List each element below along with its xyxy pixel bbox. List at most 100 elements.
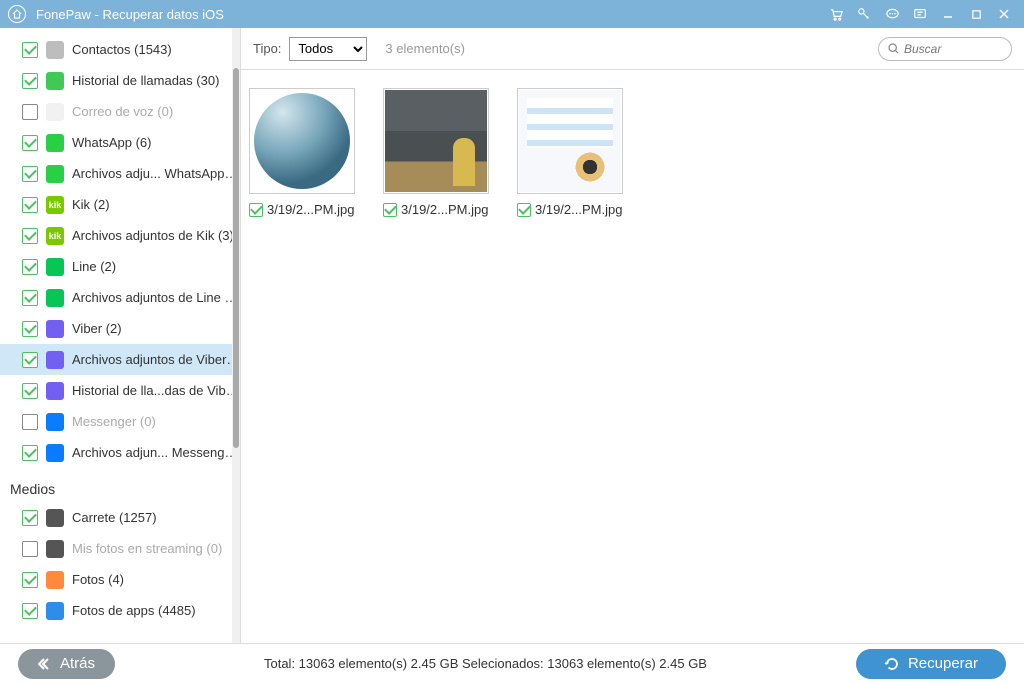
thumbnail-grid: 3/19/2...PM.jpg 3/19/2...PM.jpg 3/19/2...P…	[241, 70, 1024, 643]
search-box[interactable]	[878, 37, 1012, 61]
sidebar-item-label: Contactos (1543)	[72, 42, 172, 57]
back-label: Atrás	[60, 655, 95, 672]
thumbnail-label: 3/19/2...PM.jpg	[401, 202, 488, 217]
sidebar-item: Messenger (0)	[0, 406, 240, 437]
sidebar-item-label: Kik (2)	[72, 197, 110, 212]
home-icon[interactable]	[8, 5, 26, 23]
sidebar-item[interactable]: Line (2)	[0, 251, 240, 282]
sidebar-item[interactable]: Viber (2)	[0, 313, 240, 344]
sidebar-item[interactable]: Historial de lla...das de Viber (1)	[0, 375, 240, 406]
minimize-icon[interactable]	[936, 2, 960, 26]
type-label: Tipo:	[253, 41, 281, 56]
checkbox[interactable]	[22, 383, 38, 399]
app-icon	[46, 103, 64, 121]
footer: Atrás Total: 13063 elemento(s) 2.45 GB S…	[0, 643, 1024, 683]
sidebar-item-label: Line (2)	[72, 259, 116, 274]
app-icon	[46, 134, 64, 152]
thumbnail[interactable]: 3/19/2...PM.jpg	[249, 88, 361, 625]
sidebar-section-header: Medios	[0, 476, 240, 502]
thumbnail-image	[383, 88, 489, 194]
maximize-icon[interactable]	[964, 2, 988, 26]
sidebar-item: Mis fotos en streaming (0)	[0, 533, 240, 564]
checkbox[interactable]	[249, 203, 263, 217]
app-icon	[46, 444, 64, 462]
sidebar-item-label: Archivos adjuntos de Viber (3)	[72, 352, 240, 367]
app-icon	[46, 41, 64, 59]
cart-icon[interactable]	[824, 2, 848, 26]
sidebar-item-label: Archivos adju... WhatsApp (9)	[72, 166, 240, 181]
checkbox[interactable]	[22, 510, 38, 526]
checkbox[interactable]	[517, 203, 531, 217]
sidebar-item-label: Mis fotos en streaming (0)	[72, 541, 222, 556]
app-icon	[46, 320, 64, 338]
close-icon[interactable]	[992, 2, 1016, 26]
checkbox[interactable]	[22, 414, 38, 430]
sidebar-item[interactable]: Fotos (4)	[0, 564, 240, 595]
app-icon	[46, 289, 64, 307]
sidebar-item-label: Messenger (0)	[72, 414, 156, 429]
thumbnail[interactable]: 3/19/2...PM.jpg	[517, 88, 629, 625]
footer-stats: Total: 13063 elemento(s) 2.45 GB Selecio…	[115, 656, 856, 671]
sidebar-scrollbar[interactable]	[232, 28, 240, 643]
type-select[interactable]: Todos	[289, 37, 367, 61]
thumbnail-label: 3/19/2...PM.jpg	[535, 202, 622, 217]
sidebar-item[interactable]: Archivos adjuntos de Viber (3)	[0, 344, 240, 375]
sidebar-item[interactable]: Archivos adjuntos de Line (500)	[0, 282, 240, 313]
app-icon	[46, 571, 64, 589]
sidebar-item-label: Historial de llamadas (30)	[72, 73, 219, 88]
sidebar-item[interactable]: WhatsApp (6)	[0, 127, 240, 158]
content-pane: Tipo: Todos 3 elemento(s) 3/19/2...PM.jp…	[241, 28, 1024, 643]
checkbox[interactable]	[22, 166, 38, 182]
app-icon	[46, 165, 64, 183]
app-icon	[46, 509, 64, 527]
sidebar-item-label: Archivos adjuntos de Line (500)	[72, 290, 240, 305]
back-button[interactable]: Atrás	[18, 649, 115, 679]
content-toolbar: Tipo: Todos 3 elemento(s)	[241, 28, 1024, 70]
sidebar-item[interactable]: Contactos (1543)	[0, 34, 240, 65]
sidebar-item-label: WhatsApp (6)	[72, 135, 151, 150]
sidebar-item-label: Archivos adjun... Messenger (3)	[72, 445, 240, 460]
search-input[interactable]	[904, 42, 1003, 56]
sidebar-item[interactable]: kikArchivos adjuntos de Kik (3)	[0, 220, 240, 251]
app-icon	[46, 351, 64, 369]
checkbox[interactable]	[22, 321, 38, 337]
thumbnail[interactable]: 3/19/2...PM.jpg	[383, 88, 495, 625]
app-icon	[46, 413, 64, 431]
recover-label: Recuperar	[908, 655, 978, 672]
app-icon	[46, 540, 64, 558]
sidebar-item[interactable]: Archivos adjun... Messenger (3)	[0, 437, 240, 468]
sidebar-item[interactable]: kikKik (2)	[0, 189, 240, 220]
feedback-icon[interactable]	[908, 2, 932, 26]
sidebar-item[interactable]: Archivos adju... WhatsApp (9)	[0, 158, 240, 189]
chat-icon[interactable]	[880, 2, 904, 26]
checkbox[interactable]	[22, 228, 38, 244]
sidebar-item[interactable]: Fotos de apps (4485)	[0, 595, 240, 626]
checkbox[interactable]	[22, 352, 38, 368]
sidebar-item[interactable]: Carrete (1257)	[0, 502, 240, 533]
thumbnail-label: 3/19/2...PM.jpg	[267, 202, 354, 217]
checkbox[interactable]	[22, 135, 38, 151]
titlebar: FonePaw - Recuperar datos iOS	[0, 0, 1024, 28]
sidebar-item[interactable]: Historial de llamadas (30)	[0, 65, 240, 96]
checkbox[interactable]	[22, 197, 38, 213]
checkbox[interactable]	[22, 259, 38, 275]
thumbnail-image	[517, 88, 623, 194]
checkbox[interactable]	[383, 203, 397, 217]
app-icon: kik	[46, 227, 64, 245]
checkbox[interactable]	[22, 73, 38, 89]
checkbox[interactable]	[22, 445, 38, 461]
sidebar-item-label: Viber (2)	[72, 321, 122, 336]
sidebar-item-label: Fotos de apps (4485)	[72, 603, 196, 618]
checkbox[interactable]	[22, 572, 38, 588]
checkbox[interactable]	[22, 603, 38, 619]
app-icon	[46, 258, 64, 276]
key-icon[interactable]	[852, 2, 876, 26]
checkbox[interactable]	[22, 42, 38, 58]
thumbnail-image	[249, 88, 355, 194]
checkbox[interactable]	[22, 541, 38, 557]
window-title: FonePaw - Recuperar datos iOS	[36, 7, 224, 22]
checkbox[interactable]	[22, 104, 38, 120]
checkbox[interactable]	[22, 290, 38, 306]
recover-button[interactable]: Recuperar	[856, 649, 1006, 679]
sidebar-item-label: Carrete (1257)	[72, 510, 157, 525]
